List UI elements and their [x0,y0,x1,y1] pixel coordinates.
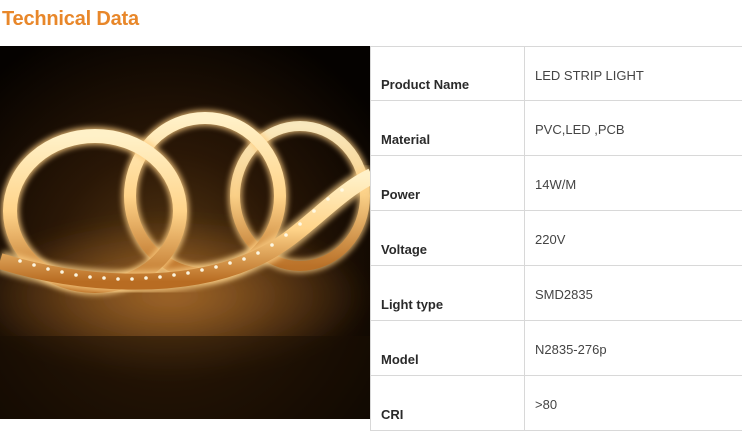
table-row: CRI >80 [371,376,742,431]
spec-label: Power [381,187,421,202]
divider [524,47,525,100]
divider [524,211,525,265]
spec-value: >80 [535,397,558,412]
spec-table: Product Name LED STRIP LIGHT Material PV… [370,46,742,431]
divider [524,321,525,375]
spec-label: Light type [381,297,444,312]
page-title: Technical Data [2,8,139,30]
spec-value: 14W/M [535,177,577,192]
spec-value: 220V [535,232,566,247]
divider [524,156,525,210]
divider [524,101,525,155]
spec-value: N2835-276p [535,342,607,357]
table-row: Material PVC,LED ,PCB [371,101,742,156]
spec-label: Voltage [381,242,427,257]
spec-label: CRI [381,407,404,422]
divider [524,376,525,430]
spec-label: Model [381,352,419,367]
spec-label: Material [381,132,431,147]
product-photo [0,46,372,419]
table-row: Light type SMD2835 [371,266,742,321]
table-row: Power 14W/M [371,156,742,211]
table-row: Model N2835-276p [371,321,742,376]
spec-value: LED STRIP LIGHT [535,67,644,83]
table-row: Product Name LED STRIP LIGHT [371,47,742,101]
spec-value: SMD2835 [535,287,593,302]
led-strip-image [0,46,372,419]
spec-value: PVC,LED ,PCB [535,122,625,137]
table-row: Voltage 220V [371,211,742,266]
spec-label: Product Name [381,77,470,92]
divider [524,266,525,320]
